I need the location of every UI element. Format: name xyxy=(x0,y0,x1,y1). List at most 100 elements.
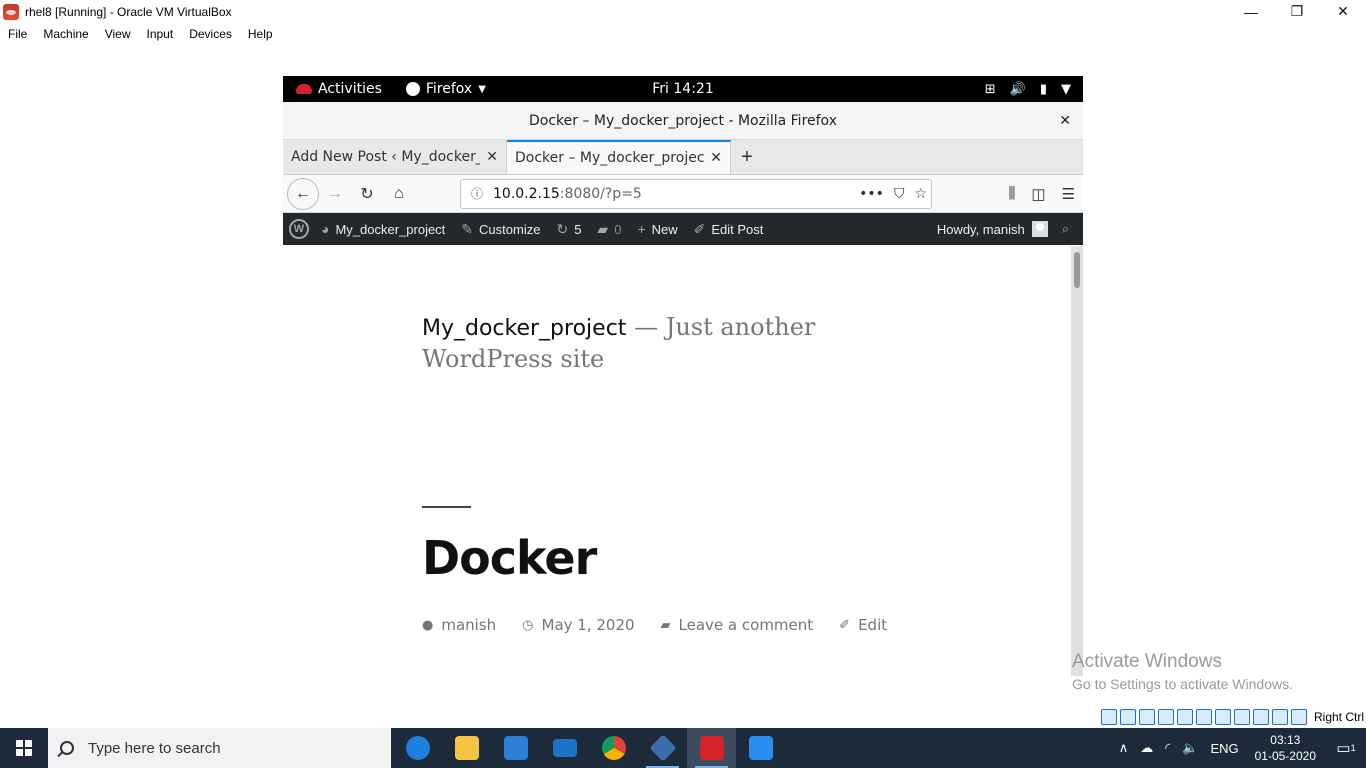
tab-docker[interactable]: Docker – My_docker_project ✕ xyxy=(507,140,731,174)
mail-icon xyxy=(552,739,577,757)
menu-help[interactable]: Help xyxy=(240,27,281,41)
wp-edit-post-link[interactable]: ✐ Edit Post xyxy=(686,213,772,245)
wp-updates-link[interactable]: ↻ 5 xyxy=(548,213,589,245)
audio-icon[interactable] xyxy=(1138,709,1155,725)
vt-x-icon[interactable] xyxy=(1252,709,1269,725)
home-button[interactable]: ⌂ xyxy=(383,178,415,210)
virtualbox-taskbar-button[interactable] xyxy=(638,728,687,768)
restore-button[interactable]: ❐ xyxy=(1274,0,1320,23)
post-edit-link[interactable]: ✐ Edit xyxy=(839,616,887,634)
menu-file[interactable]: File xyxy=(0,27,35,41)
notification-center-button[interactable]: ▭ 1 xyxy=(1326,728,1366,768)
pencil-icon: ✐ xyxy=(693,220,706,237)
taskbar-clock[interactable]: 03:13 01-05-2020 xyxy=(1255,732,1316,764)
tab-add-new-post[interactable]: Add New Post ‹ My_docker_project ✕ xyxy=(283,140,507,174)
menu-devices[interactable]: Devices xyxy=(181,27,240,41)
scrollbar-thumb[interactable] xyxy=(1074,252,1080,288)
library-icon[interactable]: ⫼ xyxy=(1008,185,1015,202)
firefox-close-button[interactable]: ✕ xyxy=(1059,113,1071,129)
chrome-taskbar-button[interactable] xyxy=(589,728,638,768)
system-tray: ∧ ☁ ◜ 🔈 ENG 03:13 01-05-2020 ▭ 1 xyxy=(1113,728,1366,768)
language-indicator[interactable]: ENG xyxy=(1210,741,1238,756)
comment-icon: ▰ xyxy=(597,220,609,237)
post-author-name: manish xyxy=(441,616,497,634)
file-explorer-taskbar-button[interactable] xyxy=(442,728,491,768)
post-divider xyxy=(422,506,471,508)
show-hidden-icons-chevron-icon[interactable]: ∧ xyxy=(1119,740,1129,756)
wp-customize-label: Customize xyxy=(479,221,541,237)
tab-close-icon[interactable]: ✕ xyxy=(486,149,498,165)
wp-comments-link[interactable]: ▰ 0 xyxy=(589,213,629,245)
virtualbox-icon xyxy=(648,734,677,762)
mail-taskbar-button[interactable] xyxy=(540,728,589,768)
speaker-icon[interactable]: 🔈 xyxy=(1182,740,1198,756)
search-icon[interactable]: ⌕ xyxy=(1062,221,1069,237)
site-info-icon[interactable]: ⓘ xyxy=(467,185,487,202)
avatar[interactable] xyxy=(1031,221,1048,237)
store-taskbar-button[interactable] xyxy=(491,728,540,768)
edge-taskbar-button[interactable] xyxy=(393,728,442,768)
network-icon: ⊞ xyxy=(984,81,996,97)
watermark-title: Activate Windows xyxy=(1072,651,1222,672)
keyboard-capture-icon[interactable] xyxy=(1290,709,1307,725)
tab-close-icon[interactable]: ✕ xyxy=(710,150,722,166)
sidebar-icon[interactable]: ◫ xyxy=(1031,185,1045,203)
network-adapter-icon[interactable] xyxy=(1157,709,1174,725)
page-scrollbar[interactable] xyxy=(1071,246,1083,676)
forward-button[interactable]: → xyxy=(319,178,351,210)
taskbar-search[interactable]: Type here to search xyxy=(48,728,391,768)
watermark-subtitle: Go to Settings to activate Windows. xyxy=(1072,676,1293,692)
firefox-window-title: Docker – My_docker_project - Mozilla Fir… xyxy=(529,112,837,129)
app-menu-firefox[interactable]: Firefox xyxy=(426,81,472,97)
firefox-titlebar: Docker – My_docker_project - Mozilla Fir… xyxy=(283,102,1083,140)
window-controls: — ❐ ✕ xyxy=(1228,0,1366,23)
new-tab-button[interactable]: + xyxy=(731,140,763,174)
url-bar[interactable]: ⓘ 10.0.2.15:8080/?p=5 ••• ⛉ ☆ xyxy=(460,178,932,209)
menu-input[interactable]: Input xyxy=(139,27,182,41)
wordpress-logo-icon[interactable]: W xyxy=(289,219,309,239)
wp-updates-count: 5 xyxy=(574,221,582,237)
site-title[interactable]: My_docker_project xyxy=(422,316,626,341)
sync-app-taskbar-button[interactable] xyxy=(736,728,785,768)
activation-watermark: Activate Windows Go to Settings to activ… xyxy=(1072,651,1293,692)
post-comments-link[interactable]: ▰ Leave a comment xyxy=(661,616,814,634)
start-button[interactable] xyxy=(0,728,48,768)
optical-drive-icon[interactable] xyxy=(1119,709,1136,725)
video-capture-icon[interactable] xyxy=(1233,709,1250,725)
menu-machine[interactable]: Machine xyxy=(35,27,96,41)
menu-view[interactable]: View xyxy=(97,27,139,41)
wp-new-link[interactable]: + New xyxy=(629,213,685,245)
bookmark-star-icon[interactable]: ☆ xyxy=(914,186,927,202)
post-date[interactable]: ◷ May 1, 2020 xyxy=(522,616,634,634)
post-author[interactable]: ● manish xyxy=(422,616,496,634)
chrome-icon xyxy=(601,736,626,760)
wp-site-link[interactable]: ◕ My_docker_project xyxy=(313,213,453,245)
volume-icon: 🔊 xyxy=(1009,81,1026,97)
tab-label: Add New Post ‹ My_docker_project xyxy=(291,149,480,165)
wp-howdy[interactable]: Howdy, manish xyxy=(937,222,1025,237)
clock-time: 03:13 xyxy=(1270,733,1301,747)
wp-customize-link[interactable]: ✎ Customize xyxy=(453,213,548,245)
activities-button[interactable]: Activities xyxy=(318,81,382,97)
shared-folders-icon[interactable] xyxy=(1195,709,1212,725)
post-date-text: May 1, 2020 xyxy=(541,616,635,634)
reload-button[interactable]: ↻ xyxy=(351,178,383,210)
hamburger-menu-icon[interactable]: ☰ xyxy=(1062,185,1075,203)
system-status-area[interactable]: ⊞ 🔊 ▮ ▼ xyxy=(985,82,1071,97)
gnome-clock[interactable]: Fri 14:21 xyxy=(652,81,713,97)
pocket-icon[interactable]: ⛉ xyxy=(894,186,905,202)
back-button[interactable]: ← xyxy=(287,177,319,210)
hard-disk-icon[interactable] xyxy=(1100,709,1117,725)
minimize-button[interactable]: — xyxy=(1228,0,1274,23)
usb-icon[interactable] xyxy=(1176,709,1193,725)
vbox-app-icon xyxy=(3,3,19,20)
close-button[interactable]: ✕ xyxy=(1320,0,1366,23)
mouse-integration-icon[interactable] xyxy=(1271,709,1288,725)
windows-taskbar: Type here to search ∧ ☁ ◜ 🔈 ENG 03:13 01… xyxy=(0,728,1366,768)
rhel-vm-taskbar-button[interactable] xyxy=(687,728,736,768)
url-host: 10.0.2.15 xyxy=(493,185,560,202)
wifi-icon[interactable]: ◜ xyxy=(1165,740,1170,756)
onedrive-cloud-icon[interactable]: ☁ xyxy=(1140,740,1153,756)
display-icon[interactable] xyxy=(1214,709,1231,725)
page-actions-icon[interactable]: ••• xyxy=(859,186,884,202)
